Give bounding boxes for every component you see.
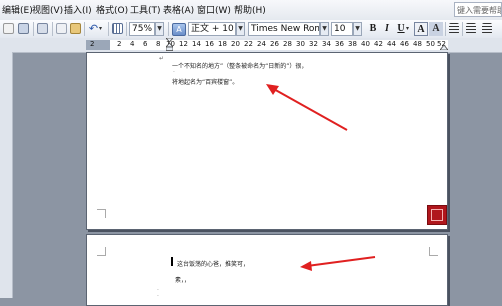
annotation-overlay (266, 84, 376, 271)
annotation-arrow-2 (300, 256, 376, 271)
annotation-arrow-1 (266, 84, 348, 131)
